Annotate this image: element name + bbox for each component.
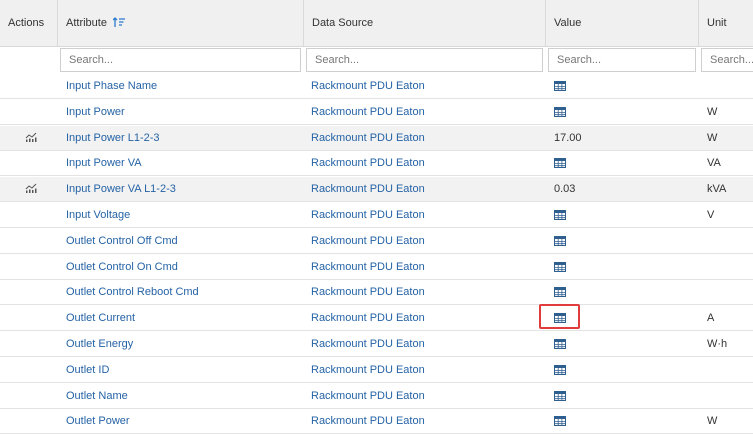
table-row[interactable]: Outlet Control Reboot Cmd Rackmount PDU E…: [0, 280, 753, 306]
data-source-link[interactable]: Rackmount PDU Eaton: [311, 132, 425, 144]
data-source-link[interactable]: Rackmount PDU Eaton: [311, 415, 425, 427]
table-row[interactable]: Input Phase Name Rackmount PDU Eaton: [0, 74, 753, 99]
attribute-link[interactable]: Input Power VA: [66, 157, 142, 169]
value-text: 17.00: [554, 131, 582, 144]
column-header-data-source[interactable]: Data Source: [304, 0, 546, 46]
unit-text: kVA: [707, 183, 727, 196]
attribute-link[interactable]: Outlet Control On Cmd: [66, 261, 178, 273]
column-header-label: Attribute: [66, 17, 107, 29]
table-row[interactable]: Input Power VA L1-2-3 Rackmount PDU Eaton…: [0, 177, 753, 203]
table-row[interactable]: Outlet ID Rackmount PDU Eaton: [0, 358, 753, 383]
table-icon[interactable]: [554, 287, 566, 300]
attribute-link[interactable]: Outlet Energy: [66, 338, 133, 350]
column-header-label: Actions: [8, 17, 45, 29]
attribute-grid: Actions Attribute Data Source Value Unit: [0, 0, 753, 434]
trend-chart-icon[interactable]: [25, 183, 37, 196]
table-row[interactable]: Outlet Current Rackmount PDU Eaton A: [0, 306, 753, 332]
table-icon[interactable]: [554, 364, 566, 378]
table-icon[interactable]: [554, 416, 566, 429]
attribute-link[interactable]: Input Power L1-2-3: [66, 132, 160, 144]
table-icon[interactable]: [554, 339, 566, 352]
attribute-link[interactable]: Input Phase Name: [66, 80, 157, 92]
table-row[interactable]: Outlet Energy Rackmount PDU Eaton W·h: [0, 332, 753, 357]
attribute-link[interactable]: Outlet Name: [66, 390, 128, 402]
data-source-link[interactable]: Rackmount PDU Eaton: [311, 106, 425, 118]
table-row[interactable]: Input Power L1-2-3 Rackmount PDU Eaton 17.…: [0, 125, 753, 151]
table-icon[interactable]: [554, 106, 566, 120]
attribute-link[interactable]: Input Power: [66, 106, 125, 118]
table-row[interactable]: Outlet Name Rackmount PDU Eaton: [0, 384, 753, 409]
trend-chart-icon[interactable]: [25, 132, 37, 145]
table-icon[interactable]: [554, 235, 566, 249]
unit-text: W: [707, 415, 718, 428]
attribute-link[interactable]: Input Power VA L1-2-3: [66, 183, 176, 195]
highlight-box: [539, 304, 580, 329]
column-header-label: Value: [554, 17, 582, 29]
column-header-actions: Actions: [0, 0, 58, 46]
data-source-link[interactable]: Rackmount PDU Eaton: [311, 364, 425, 376]
data-source-link[interactable]: Rackmount PDU Eaton: [311, 235, 425, 247]
column-header-value[interactable]: Value: [546, 0, 699, 46]
table-icon[interactable]: [554, 81, 566, 94]
table-row[interactable]: Outlet Power Rackmount PDU Eaton W: [0, 409, 753, 434]
data-source-link[interactable]: Rackmount PDU Eaton: [311, 286, 425, 298]
unit-search-input[interactable]: [701, 48, 753, 72]
table-icon[interactable]: [554, 390, 566, 404]
table-row[interactable]: Outlet Control On Cmd Rackmount PDU Eaton: [0, 255, 753, 280]
data-source-link[interactable]: Rackmount PDU Eaton: [311, 312, 425, 324]
attribute-link[interactable]: Outlet Control Reboot Cmd: [66, 286, 199, 298]
attribute-link[interactable]: Outlet Current: [66, 312, 135, 324]
table-row[interactable]: Input Voltage Rackmount PDU Eaton V: [0, 203, 753, 228]
unit-text: W: [707, 131, 718, 144]
grid-header: Actions Attribute Data Source Value Unit: [0, 0, 753, 47]
data-source-link[interactable]: Rackmount PDU Eaton: [311, 338, 425, 350]
attribute-link[interactable]: Outlet Control Off Cmd: [66, 235, 178, 247]
table-row[interactable]: Outlet Control Off Cmd Rackmount PDU Eato…: [0, 229, 753, 254]
unit-text: V: [707, 209, 715, 221]
unit-text: A: [707, 312, 715, 325]
column-header-label: Data Source: [312, 17, 374, 29]
attribute-link[interactable]: Outlet ID: [66, 364, 109, 376]
value-text: 0.03: [554, 183, 576, 196]
table-icon[interactable]: [554, 261, 566, 275]
unit-text: VA: [707, 157, 721, 170]
unit-text: W: [707, 105, 718, 118]
value-search-input[interactable]: [548, 48, 696, 72]
table-row[interactable]: Input Power VA Rackmount PDU Eaton VA: [0, 151, 753, 177]
data-source-search-input[interactable]: [306, 48, 543, 72]
data-source-link[interactable]: Rackmount PDU Eaton: [311, 183, 425, 195]
table-icon[interactable]: [554, 210, 566, 223]
column-header-attribute[interactable]: Attribute: [58, 0, 304, 46]
unit-text: W·h: [707, 338, 728, 350]
table-row[interactable]: Input Power Rackmount PDU Eaton W: [0, 100, 753, 125]
attribute-link[interactable]: Outlet Power: [66, 415, 130, 427]
attribute-link[interactable]: Input Voltage: [66, 209, 130, 221]
attribute-search-input[interactable]: [60, 48, 301, 72]
data-source-link[interactable]: Rackmount PDU Eaton: [311, 157, 425, 169]
column-header-unit[interactable]: Unit: [699, 0, 753, 46]
table-icon[interactable]: [554, 158, 566, 171]
data-source-link[interactable]: Rackmount PDU Eaton: [311, 261, 425, 273]
sort-ascending-icon[interactable]: [112, 17, 126, 31]
data-source-link[interactable]: Rackmount PDU Eaton: [311, 209, 425, 221]
data-source-link[interactable]: Rackmount PDU Eaton: [311, 390, 425, 402]
column-header-label: Unit: [707, 17, 727, 29]
data-source-link[interactable]: Rackmount PDU Eaton: [311, 80, 425, 92]
